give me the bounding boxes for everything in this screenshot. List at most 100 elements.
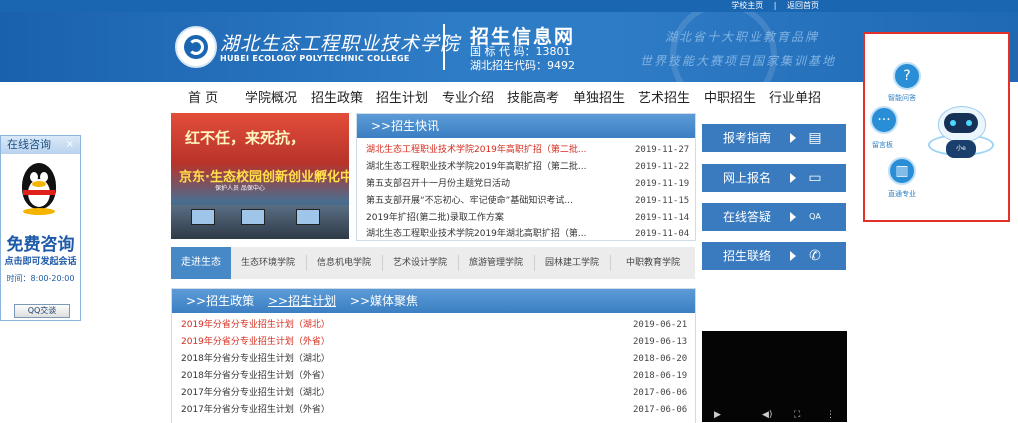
tab-divider	[458, 255, 459, 271]
nav-plan[interactable]: 招生计划	[376, 87, 428, 106]
robot-eye	[966, 120, 972, 126]
nav-vocational[interactable]: 中职招生	[704, 87, 756, 106]
nav-art[interactable]: 艺术招生	[638, 87, 690, 106]
list-item-date: 2018-06-19	[633, 371, 688, 381]
guide-button[interactable]: 报考指南 ▤	[702, 124, 846, 152]
contact-button[interactable]: 招生联络 ✆	[702, 242, 846, 270]
news-item[interactable]: 第五支部召开十一月份主题党日活动 2019-11-19	[366, 176, 691, 193]
news-item-date: 2019-11-27	[635, 145, 690, 155]
banner-image[interactable]: 红不任，来死抗， 京东·生态校园创新创业孵化中心 保护人员 品保中心	[171, 113, 349, 239]
school-home-link[interactable]: 学校主页	[731, 1, 763, 10]
news-item-text[interactable]: 湖北生态工程职业技术学院2019年高职扩招（第二批...	[366, 159, 587, 176]
banner-monitor	[191, 209, 215, 225]
qq-penguin-icon[interactable]	[18, 163, 60, 217]
qq-consult-title: 在线咨询	[7, 138, 51, 151]
news-item[interactable]: 湖北生态工程职业技术学院2019年高职扩招（第二批... 2019-11-27	[366, 142, 691, 159]
nav-policy[interactable]: 招生政策	[311, 87, 363, 106]
tab-divider	[610, 255, 611, 271]
free-consult-text[interactable]: 免费咨询	[1, 230, 80, 255]
chat-dots-icon[interactable]: ···	[870, 106, 898, 134]
list-item[interactable]: 2017年分省分专业招生计划（外省） 2017-06-06	[181, 402, 687, 419]
tab-secondary[interactable]: 中职教育学院	[613, 247, 693, 279]
more-options-icon[interactable]: ⋮	[826, 410, 835, 420]
online-apply-button[interactable]: 网上报名 ▭	[702, 164, 846, 192]
banner-subcaption: 保护人员 品保中心	[215, 185, 265, 192]
news-item-date: 2019-11-22	[635, 162, 690, 172]
news-item[interactable]: 湖北生态工程职业技术学院2019年高职扩招（第二批... 2019-11-22	[366, 159, 691, 176]
close-icon[interactable]: ×	[66, 136, 74, 154]
college-logo-icon[interactable]	[175, 26, 217, 68]
news-item-date: 2019-11-19	[635, 179, 690, 189]
tab-divider	[534, 255, 535, 271]
nav-majors[interactable]: 专业介绍	[442, 87, 494, 106]
news-item[interactable]: 第五支部开展“不忘初心、牢记使命”基础知识考试... 2019-11-15	[366, 193, 691, 210]
list-item-text[interactable]: 2019年分省分专业招生计划（外省）	[181, 334, 330, 351]
robot-assistant-icon[interactable]: 小e	[928, 104, 994, 162]
news-title[interactable]: >>招生快讯	[357, 114, 695, 138]
book-icon[interactable]: ▥	[888, 157, 916, 185]
direct-major-label[interactable]: 直通专业	[888, 189, 916, 199]
phone-icon: ✆	[809, 248, 821, 264]
news-item[interactable]: 2019年扩招(第二批)录取工作方案 2019-11-14	[366, 210, 691, 227]
service-hours: 时间：8:00-20:00	[6, 274, 75, 283]
smart-qa-label[interactable]: 智能问答	[888, 93, 916, 103]
robot-eye	[950, 120, 956, 126]
nav-skill-exam[interactable]: 技能高考	[507, 87, 559, 106]
list-item-text[interactable]: 2017年分省分专业招生计划（湖北）	[181, 385, 330, 402]
list-item[interactable]: 2018年分省分专业招生计划（湖北） 2018-06-20	[181, 351, 687, 368]
fullscreen-icon[interactable]: ⛶	[794, 410, 800, 420]
top-links: 学校主页 | 返回首页	[727, 0, 823, 12]
news-item[interactable]: 湖北生态工程职业技术学院2019年湖北高职扩招（第... 2019-11-04	[366, 226, 691, 243]
banner-monitor	[296, 209, 320, 225]
qq-consult-header: 在线咨询 ×	[1, 136, 80, 154]
news-item-text[interactable]: 第五支部召开十一月份主题党日活动	[366, 176, 510, 193]
tab-tourism[interactable]: 旅游管理学院	[461, 247, 531, 279]
college-name-cn: 湖北生态工程职业技术学院	[220, 33, 461, 55]
nav-home[interactable]: 首 页	[188, 87, 218, 106]
list-item[interactable]: 2019年分省分专业招生计划（湖北） 2019-06-21	[181, 317, 688, 334]
video-player[interactable]: ▶ ◀) ⛶ ⋮	[702, 331, 847, 422]
back-home-link[interactable]: 返回首页	[787, 1, 819, 10]
nav-independent[interactable]: 单独招生	[573, 87, 625, 106]
video-controls[interactable]: ▶ ◀) ⛶ ⋮	[702, 410, 847, 422]
policy-tab[interactable]: >>招生政策	[186, 294, 254, 308]
tab-art-design[interactable]: 艺术设计学院	[385, 247, 455, 279]
hubei-code: 湖北招生代码：9492	[470, 59, 575, 72]
national-code: 国 标 代 码：13801	[470, 45, 571, 58]
nav-about[interactable]: 学院概况	[245, 87, 297, 106]
banner-monitor	[241, 209, 265, 225]
tab-it-mech[interactable]: 信息机电学院	[309, 247, 379, 279]
college-name-en: HUBEI ECOLOGY POLYTECHNIC COLLEGE	[220, 54, 410, 63]
online-qa-button[interactable]: 在线答疑 QA	[702, 203, 846, 231]
slogan-line-2: 世界技能大赛项目国家集训基地	[640, 54, 837, 68]
qq-consult-widget[interactable]: 在线咨询 × 免费咨询 点击即可发起会话 时间：8:00-20:00 QQ交谈	[0, 135, 81, 321]
volume-icon[interactable]: ◀)	[762, 410, 772, 420]
tab-environment[interactable]: 生态环境学院	[233, 247, 303, 279]
news-item-text[interactable]: 第五支部开展“不忘初心、牢记使命”基础知识考试...	[366, 193, 573, 210]
nav-industry[interactable]: 行业单招	[769, 87, 821, 106]
tab-ecology[interactable]: 走进生态	[171, 247, 231, 279]
tab-landscape[interactable]: 园林建工学院	[537, 247, 607, 279]
list-item-date: 2019-06-21	[633, 320, 688, 330]
question-icon[interactable]: ?	[893, 62, 921, 90]
media-tab[interactable]: >>媒体聚焦	[350, 294, 418, 308]
qq-chat-button[interactable]: QQ交谈	[14, 304, 70, 318]
play-icon[interactable]: ▶	[714, 410, 721, 420]
news-item-text[interactable]: 湖北生态工程职业技术学院2019年湖北高职扩招（第...	[366, 226, 587, 243]
list-item-text[interactable]: 2019年分省分专业招生计划（湖北）	[181, 317, 330, 334]
news-item-text[interactable]: 湖北生态工程职业技术学院2019年高职扩招（第二批...	[366, 142, 587, 159]
list-item[interactable]: 2019年分省分专业招生计划（外省） 2019-06-13	[181, 334, 687, 351]
message-board-label[interactable]: 留言板	[872, 140, 893, 150]
list-item-text[interactable]: 2018年分省分专业招生计划（湖北）	[181, 351, 330, 368]
top-bar: 学校主页 | 返回首页	[0, 0, 1018, 12]
list-item[interactable]: 2018年分省分专业招生计划（外省） 2018-06-19	[181, 368, 688, 385]
list-item[interactable]: 2017年分省分专业招生计划（湖北） 2017-06-06	[181, 385, 687, 402]
policy-panel: >>招生政策 >>招生计划 >>媒体聚焦 2019年分省分专业招生计划（湖北） …	[171, 288, 696, 423]
college-tabs: 走进生态 生态环境学院 信息机电学院 艺术设计学院 旅游管理学院 园林建工学院 …	[171, 247, 695, 279]
tab-divider	[382, 255, 383, 271]
list-item-text[interactable]: 2018年分省分专业招生计划（外省）	[181, 368, 330, 385]
news-item-text[interactable]: 2019年扩招(第二批)录取工作方案	[366, 210, 504, 227]
plan-tab[interactable]: >>招生计划	[268, 294, 336, 308]
news-item-date: 2019-11-04	[635, 229, 690, 239]
list-item-text[interactable]: 2017年分省分专业招生计划（外省）	[181, 402, 330, 419]
